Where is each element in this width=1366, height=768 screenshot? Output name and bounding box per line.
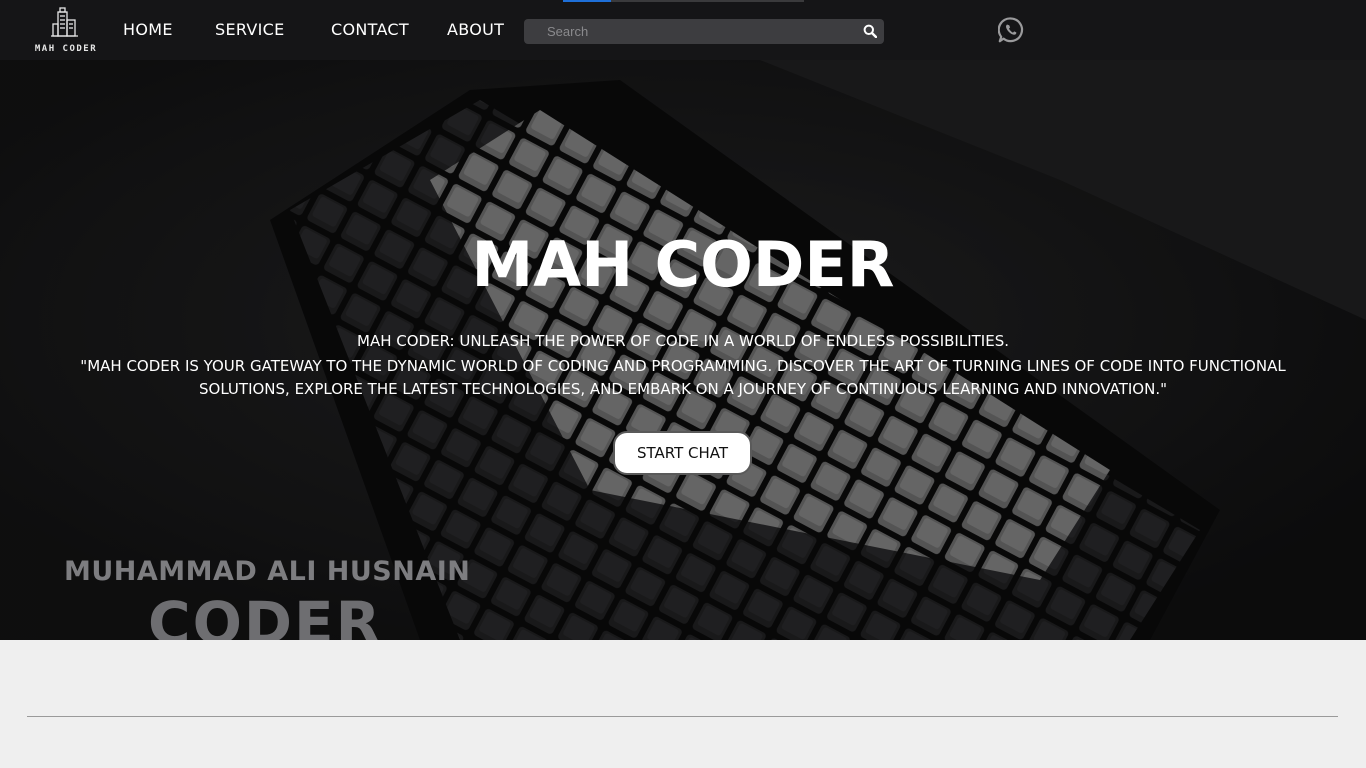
nav-link-home[interactable]: HOME — [123, 20, 173, 39]
nav-link-service[interactable]: SERVICE — [215, 20, 285, 39]
search-input[interactable] — [524, 19, 854, 44]
hero-section: MAH CODER MAH CODER: UNLEASH THE POWER O… — [0, 60, 1366, 640]
nav-link-about[interactable]: ABOUT — [447, 20, 504, 39]
page-progress-bar — [563, 0, 804, 2]
site-logo[interactable]: MAH CODER — [28, 6, 104, 56]
section-divider — [27, 716, 1338, 717]
logo-text: MAH CODER — [34, 44, 98, 54]
search-bar — [524, 19, 884, 44]
search-icon[interactable] — [863, 24, 877, 38]
watermark-word: CODER — [148, 589, 383, 640]
whatsapp-icon[interactable] — [998, 17, 1024, 43]
hero-description: "MAH CODER IS YOUR GATEWAY TO THE DYNAMI… — [80, 357, 1286, 398]
logo-building-icon — [51, 7, 78, 37]
watermark-name: MUHAMMAD ALI HUSNAIN — [64, 556, 471, 587]
start-chat-button[interactable]: START CHAT — [613, 431, 752, 475]
page-progress-fill — [563, 0, 612, 2]
hero-tagline: MAH CODER: UNLEASH THE POWER OF CODE IN … — [357, 332, 1009, 350]
hero-keyboard-image — [0, 60, 1366, 640]
top-navbar: MAH CODER HOME SERVICE CONTACT ABOUT — [0, 0, 1366, 60]
nav-link-contact[interactable]: CONTACT — [331, 20, 409, 39]
hero-title: MAH CODER — [471, 228, 895, 301]
